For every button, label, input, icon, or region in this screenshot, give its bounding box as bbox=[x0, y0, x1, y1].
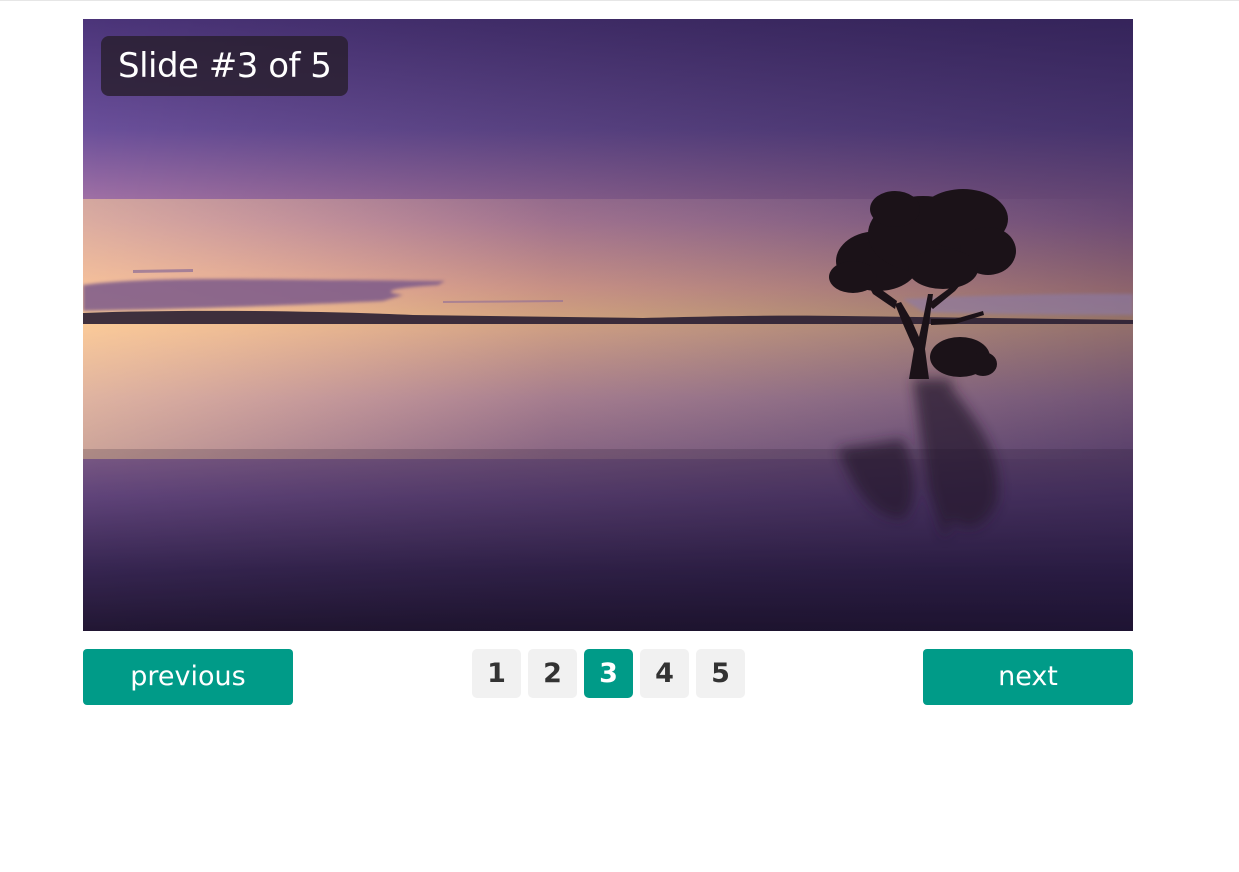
page-button-4[interactable]: 4 bbox=[640, 649, 689, 698]
page-button-5[interactable]: 5 bbox=[696, 649, 745, 698]
page-indicator: 1 2 3 4 5 bbox=[472, 649, 745, 698]
slideshow: Slide #3 of 5 previous 1 2 3 4 5 next bbox=[83, 19, 1133, 705]
page-button-3[interactable]: 3 bbox=[584, 649, 633, 698]
page-button-2[interactable]: 2 bbox=[528, 649, 577, 698]
previous-button[interactable]: previous bbox=[83, 649, 293, 705]
next-button[interactable]: next bbox=[923, 649, 1133, 705]
landscape-illustration bbox=[83, 19, 1133, 631]
slide-image: Slide #3 of 5 bbox=[83, 19, 1133, 631]
slideshow-controls: previous 1 2 3 4 5 next bbox=[83, 649, 1133, 705]
top-divider bbox=[0, 0, 1239, 1]
page-button-1[interactable]: 1 bbox=[472, 649, 521, 698]
slide-counter-label: Slide #3 of 5 bbox=[101, 36, 349, 96]
